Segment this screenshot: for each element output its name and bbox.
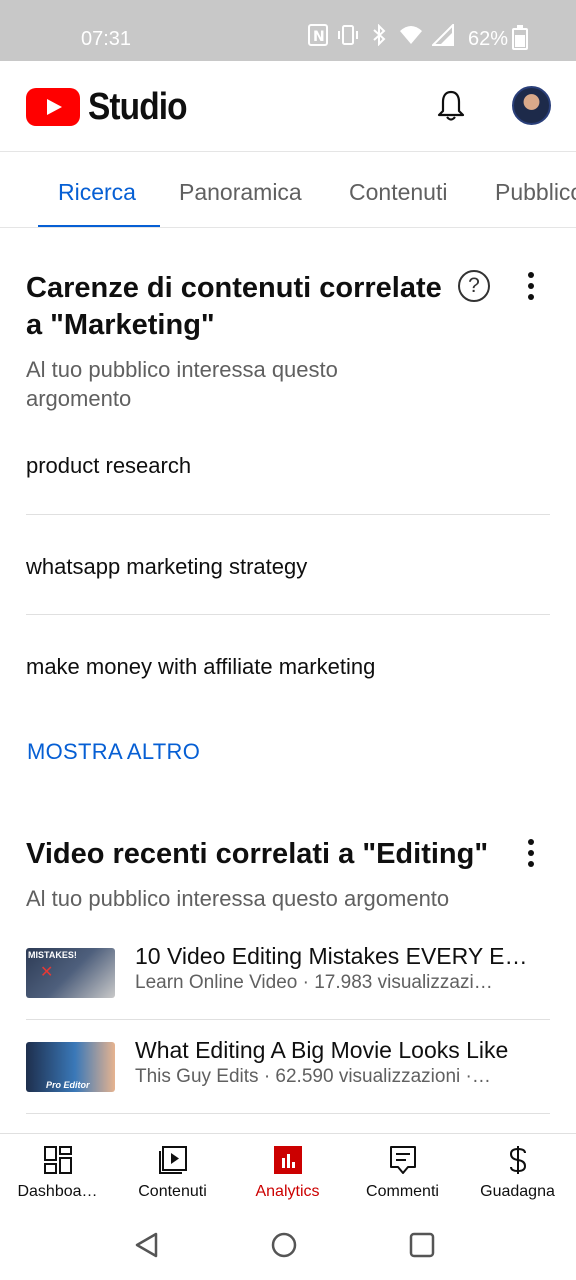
bluetooth-icon [368, 23, 390, 55]
nav-label: Commenti [366, 1183, 439, 1200]
nav-comments[interactable]: Commenti [345, 1134, 460, 1212]
home-icon[interactable] [270, 1231, 298, 1259]
show-more-button[interactable]: MOSTRA ALTRO [27, 739, 200, 765]
system-navigation-bar [0, 1211, 576, 1280]
nav-label: Dashboa… [17, 1183, 98, 1200]
video-title: 10 Video Editing Mistakes EVERY E… [135, 943, 528, 969]
list-item[interactable]: whatsapp marketing strategy [26, 554, 550, 580]
divider [26, 614, 550, 615]
tab-ricerca[interactable]: Ricerca [58, 179, 136, 206]
content-gaps-subtitle: Al tuo pubblico interessa questo argomen… [26, 357, 338, 411]
vibrate-icon [337, 24, 359, 55]
help-icon[interactable]: ? [458, 270, 490, 302]
nav-analytics[interactable]: Analytics [230, 1134, 345, 1212]
video-thumbnail: MISTAKES! ✕ [26, 948, 115, 998]
youtube-play-icon [26, 88, 80, 126]
video-title: What Editing A Big Movie Looks Like [135, 1037, 509, 1063]
active-tab-indicator [38, 225, 160, 227]
signal-icon [430, 22, 454, 55]
nav-label: Guadagna [480, 1183, 555, 1200]
list-item[interactable]: make money with affiliate marketing [26, 654, 550, 680]
status-icons: N [308, 22, 454, 55]
wifi-icon [399, 24, 423, 55]
thumbnail-text: Pro Editor [46, 1080, 90, 1090]
tab-contenuti[interactable]: Contenuti [349, 179, 447, 206]
recent-videos-subtitle: Al tuo pubblico interessa questo argomen… [26, 886, 450, 911]
analytics-icon [273, 1146, 302, 1174]
status-time: 07:31 [81, 28, 132, 50]
back-icon[interactable] [133, 1231, 161, 1259]
account-avatar[interactable] [512, 86, 551, 125]
content-gaps-title: Carenze di contenuti correlate a "Market… [26, 272, 442, 341]
divider [26, 514, 550, 515]
divider [26, 1019, 550, 1020]
battery-icon [512, 25, 528, 50]
video-row[interactable]: MISTAKES! ✕ 10 Video Editing Mistakes EV… [26, 943, 550, 1008]
video-meta: This Guy Edits · 62.590 visualizzazioni … [135, 1066, 491, 1087]
recents-icon[interactable] [408, 1231, 436, 1259]
studio-logo[interactable]: Studio [26, 87, 200, 127]
nav-content[interactable]: Contenuti [115, 1134, 230, 1212]
list-item[interactable]: product research [26, 453, 550, 479]
battery-percent: 62% [468, 28, 509, 50]
svg-text:N: N [313, 29, 325, 45]
divider [26, 1113, 550, 1114]
status-bar: 07:31 N 62% [0, 0, 576, 61]
video-thumbnail: Pro Editor [26, 1042, 115, 1092]
nav-dashboard[interactable]: Dashboa… [0, 1134, 115, 1212]
more-options-icon[interactable] [528, 272, 534, 300]
content-icon [158, 1146, 187, 1174]
notification-bell-icon[interactable] [436, 89, 466, 123]
video-meta: Learn Online Video · 17.983 visualizzazi… [135, 972, 493, 993]
tab-bar: Ricerca Panoramica Contenuti Pubblico [0, 152, 576, 228]
more-options-icon[interactable] [528, 839, 534, 867]
comments-icon [389, 1146, 416, 1174]
video-row[interactable]: Pro Editor What Editing A Big Movie Look… [26, 1037, 550, 1102]
nav-label: Contenuti [138, 1183, 207, 1200]
thumbnail-text: MISTAKES! [28, 950, 77, 960]
logo-text: Studio [88, 86, 188, 128]
tab-panoramica[interactable]: Panoramica [179, 179, 302, 206]
dashboard-icon [43, 1146, 72, 1174]
nfc-icon: N [308, 23, 328, 55]
app-header: Studio [0, 61, 576, 152]
earn-icon [509, 1146, 526, 1174]
recent-videos-title: Video recenti correlati a "Editing" [26, 838, 489, 870]
tab-pubblico[interactable]: Pubblico [495, 179, 576, 206]
nav-label: Analytics [255, 1183, 320, 1200]
bottom-navigation: Dashboa… Contenuti Analytics Commenti Gu… [0, 1133, 576, 1211]
nav-earn[interactable]: Guadagna [460, 1134, 575, 1212]
